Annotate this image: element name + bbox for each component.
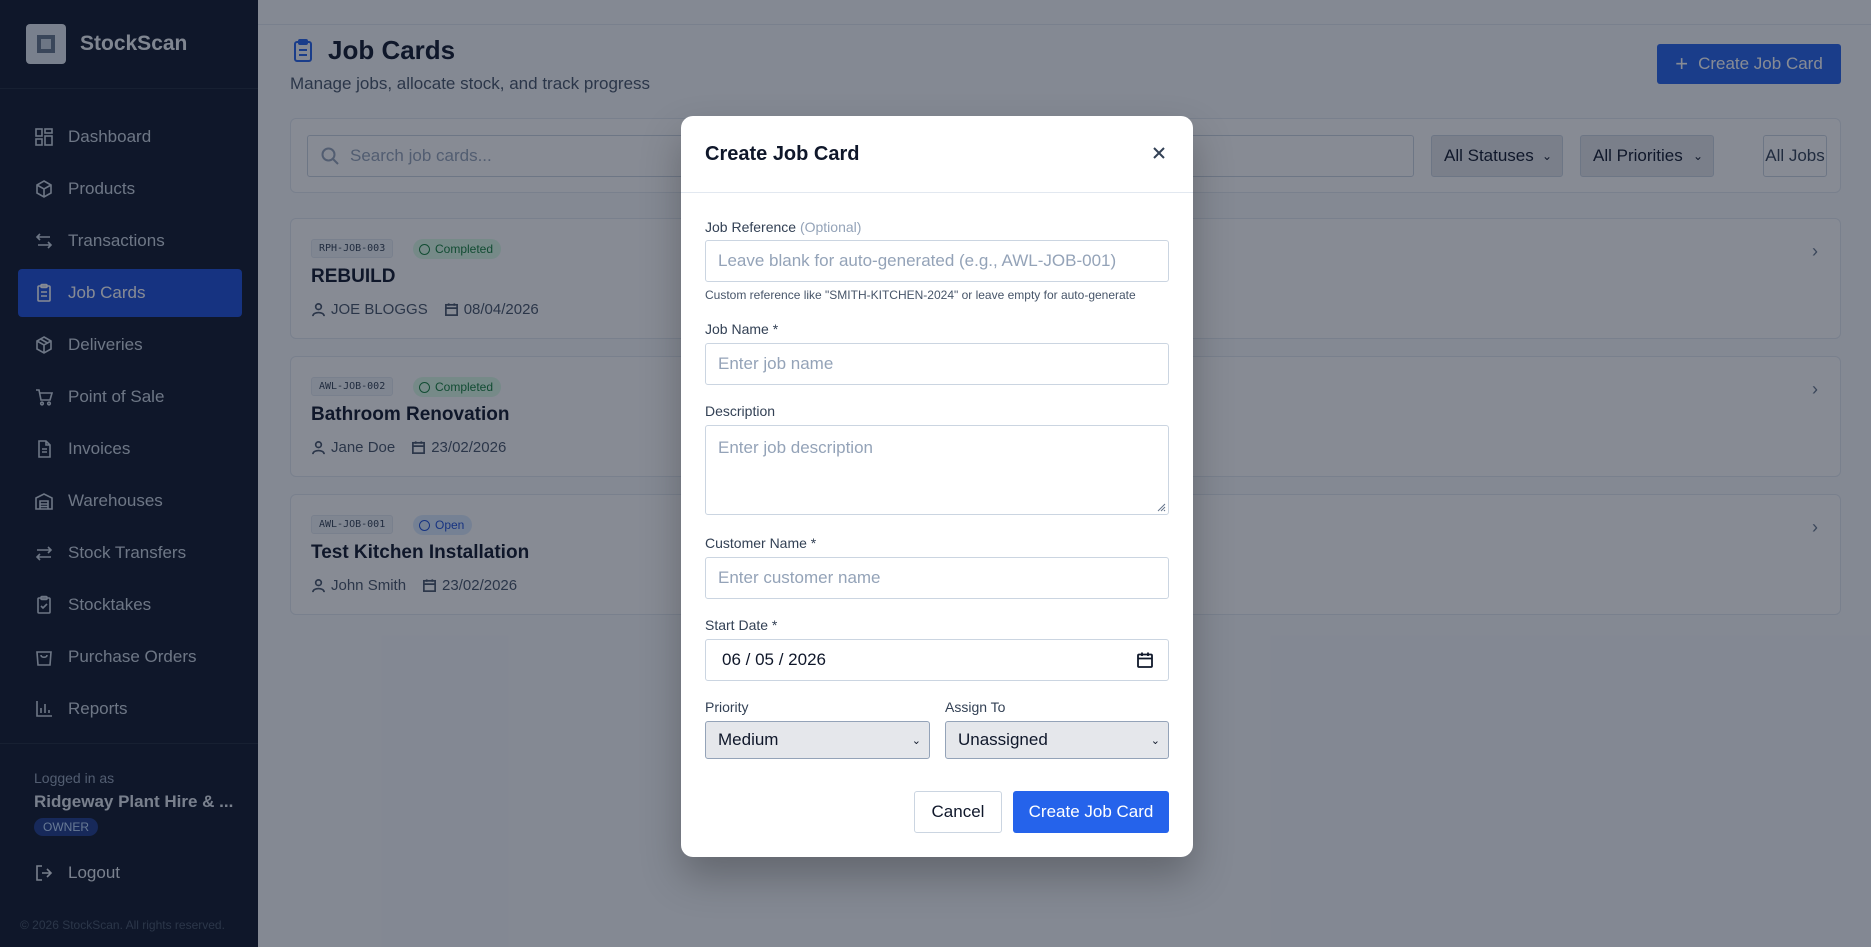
description-label: Description bbox=[705, 403, 776, 419]
job-reference-label: Job Reference (Optional) bbox=[705, 219, 861, 235]
job-name-input[interactable]: Enter job name bbox=[705, 343, 1169, 385]
customer-name-input[interactable]: Enter customer name bbox=[705, 557, 1169, 599]
modal-title: Create Job Card bbox=[705, 142, 860, 165]
submit-create-job-card-button[interactable]: Create Job Card bbox=[1013, 791, 1169, 833]
priority-select[interactable]: Medium ⌄ bbox=[705, 721, 930, 759]
resize-handle-icon[interactable] bbox=[1156, 502, 1166, 512]
job-name-label: Job Name * bbox=[705, 321, 779, 337]
close-button[interactable] bbox=[1149, 143, 1169, 163]
job-reference-input[interactable]: Leave blank for auto-generated (e.g., AW… bbox=[705, 240, 1169, 282]
calendar-icon[interactable] bbox=[1136, 651, 1154, 669]
optional-tag: (Optional) bbox=[799, 219, 862, 235]
chevron-down-icon: ⌄ bbox=[1150, 734, 1160, 747]
priority-label: Priority bbox=[705, 699, 749, 715]
job-reference-hint: Custom reference like "SMITH-KITCHEN-202… bbox=[705, 288, 1136, 302]
close-icon bbox=[1153, 147, 1165, 159]
customer-name-label: Customer Name * bbox=[705, 535, 817, 551]
assign-to-select[interactable]: Unassigned ⌄ bbox=[945, 721, 1169, 759]
start-date-label: Start Date * bbox=[705, 617, 778, 633]
description-textarea[interactable]: Enter job description bbox=[705, 425, 1169, 515]
start-date-value: 06 / 05 / 2026 bbox=[722, 650, 826, 669]
chevron-down-icon: ⌄ bbox=[911, 734, 921, 747]
priority-value: Medium bbox=[718, 730, 779, 749]
modal-header: Create Job Card bbox=[681, 116, 1193, 193]
create-job-card-modal: Create Job Card Job Reference (Optional)… bbox=[681, 116, 1193, 857]
start-date-input[interactable]: 06 / 05 / 2026 bbox=[705, 639, 1169, 681]
description-placeholder: Enter job description bbox=[718, 438, 873, 457]
job-reference-label-text: Job Reference bbox=[705, 219, 797, 235]
cancel-button[interactable]: Cancel bbox=[914, 791, 1002, 833]
assign-to-value: Unassigned bbox=[958, 730, 1048, 749]
assign-to-label: Assign To bbox=[945, 699, 1006, 715]
